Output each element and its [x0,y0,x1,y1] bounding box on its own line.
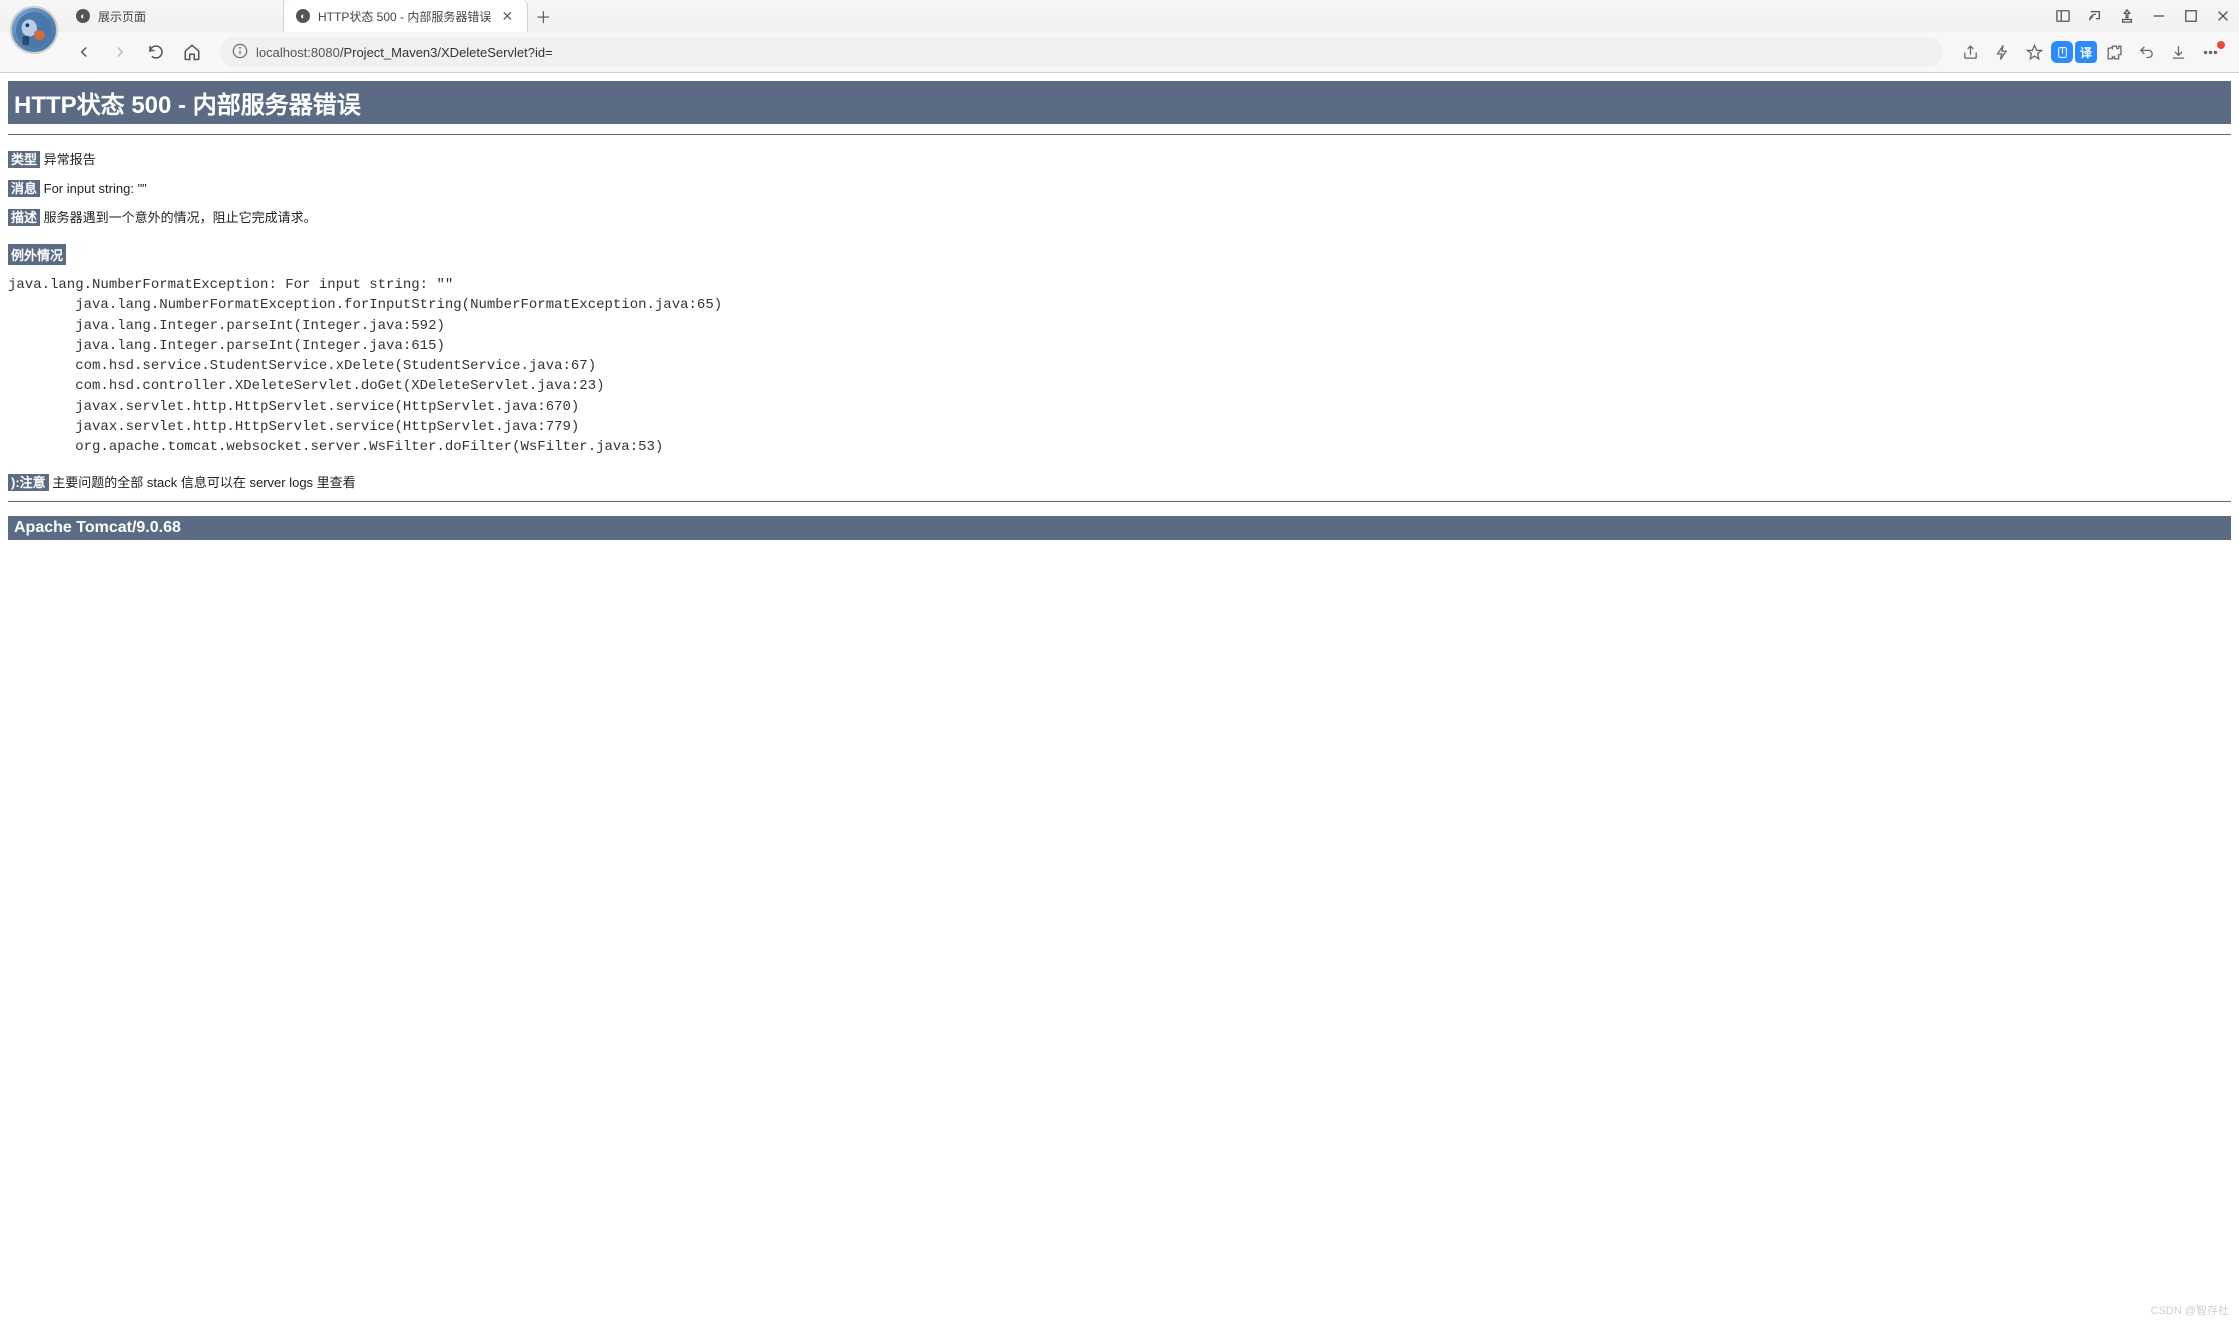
url-host: localhost:8080/Project_Maven3/XDeleteSer… [256,45,553,60]
profile-avatar[interactable] [10,6,58,54]
tab-active[interactable]: ◐ HTTP状态 500 - 内部服务器错误 ✕ [284,0,528,32]
message-label: 消息 [8,180,40,197]
plugin-icon[interactable] [2111,0,2143,32]
note-value: 主要问题的全部 stack 信息可以在 server logs 里查看 [52,475,355,490]
reload-button[interactable] [140,36,172,68]
watermark: CSDN @智存社 [2151,1302,2229,1318]
tab-inactive-1[interactable]: ◐ 展示页面 [64,0,284,32]
download-icon[interactable] [2163,37,2193,67]
window-controls [2047,0,2239,32]
close-button[interactable] [2207,0,2239,32]
minimize-button[interactable] [2143,0,2175,32]
divider [8,134,2231,135]
page-title: HTTP状态 500 - 内部服务器错误 [8,81,2231,124]
more-icon[interactable] [2195,37,2225,67]
bolt-icon[interactable] [1987,37,2017,67]
mark-icon[interactable] [2051,41,2073,63]
type-line: 类型 异常报告 [8,149,2231,168]
description-label: 描述 [8,209,40,226]
message-line: 消息 For input string: "" [8,178,2231,197]
tab-title: 展示页面 [98,8,146,25]
home-button[interactable] [176,36,208,68]
cast-icon[interactable] [2079,0,2111,32]
description-value: 服务器遇到一个意外的情况，阻止它完成请求。 [44,210,317,225]
type-label: 类型 [8,151,40,168]
exception-line: 例外情况 [8,236,2231,265]
maximize-button[interactable] [2175,0,2207,32]
back-button[interactable] [68,36,100,68]
divider [8,501,2231,502]
note-label: ):注意 [8,474,49,491]
server-footer: Apache Tomcat/9.0.68 [8,516,2231,540]
new-tab-button[interactable]: ＋ [528,4,558,28]
share-icon[interactable] [1955,37,1985,67]
note-line: ):注意 主要问题的全部 stack 信息可以在 server logs 里查看 [8,472,2231,491]
stacktrace: java.lang.NumberFormatException: For inp… [8,275,2231,458]
message-value: For input string: "" [44,181,147,196]
close-icon[interactable]: ✕ [499,8,515,25]
address-bar[interactable]: localhost:8080/Project_Maven3/XDeleteSer… [220,37,1943,67]
exception-label: 例外情况 [8,244,66,265]
nav-row: localhost:8080/Project_Maven3/XDeleteSer… [0,32,2239,72]
globe-icon: ◐ [296,9,310,23]
forward-button[interactable] [104,36,136,68]
tabs-row: ◐ 展示页面 ◐ HTTP状态 500 - 内部服务器错误 ✕ ＋ [0,0,2239,32]
globe-icon: ◐ [76,9,90,23]
sidebar-icon[interactable] [2047,0,2079,32]
translate-icon[interactable]: 译 [2075,41,2097,63]
tab-title: HTTP状态 500 - 内部服务器错误 [318,8,491,25]
description-line: 描述 服务器遇到一个意外的情况，阻止它完成请求。 [8,207,2231,226]
info-icon[interactable] [232,43,248,62]
extensions-icon[interactable] [2099,37,2129,67]
star-icon[interactable] [2019,37,2049,67]
undo-icon[interactable] [2131,37,2161,67]
browser-chrome: ◐ 展示页面 ◐ HTTP状态 500 - 内部服务器错误 ✕ ＋ localh… [0,0,2239,73]
notification-dot [2217,41,2225,49]
toolbar-right: 译 [1955,37,2231,67]
type-value: 异常报告 [44,152,96,167]
page-content: HTTP状态 500 - 内部服务器错误 类型 异常报告 消息 For inpu… [0,73,2239,548]
